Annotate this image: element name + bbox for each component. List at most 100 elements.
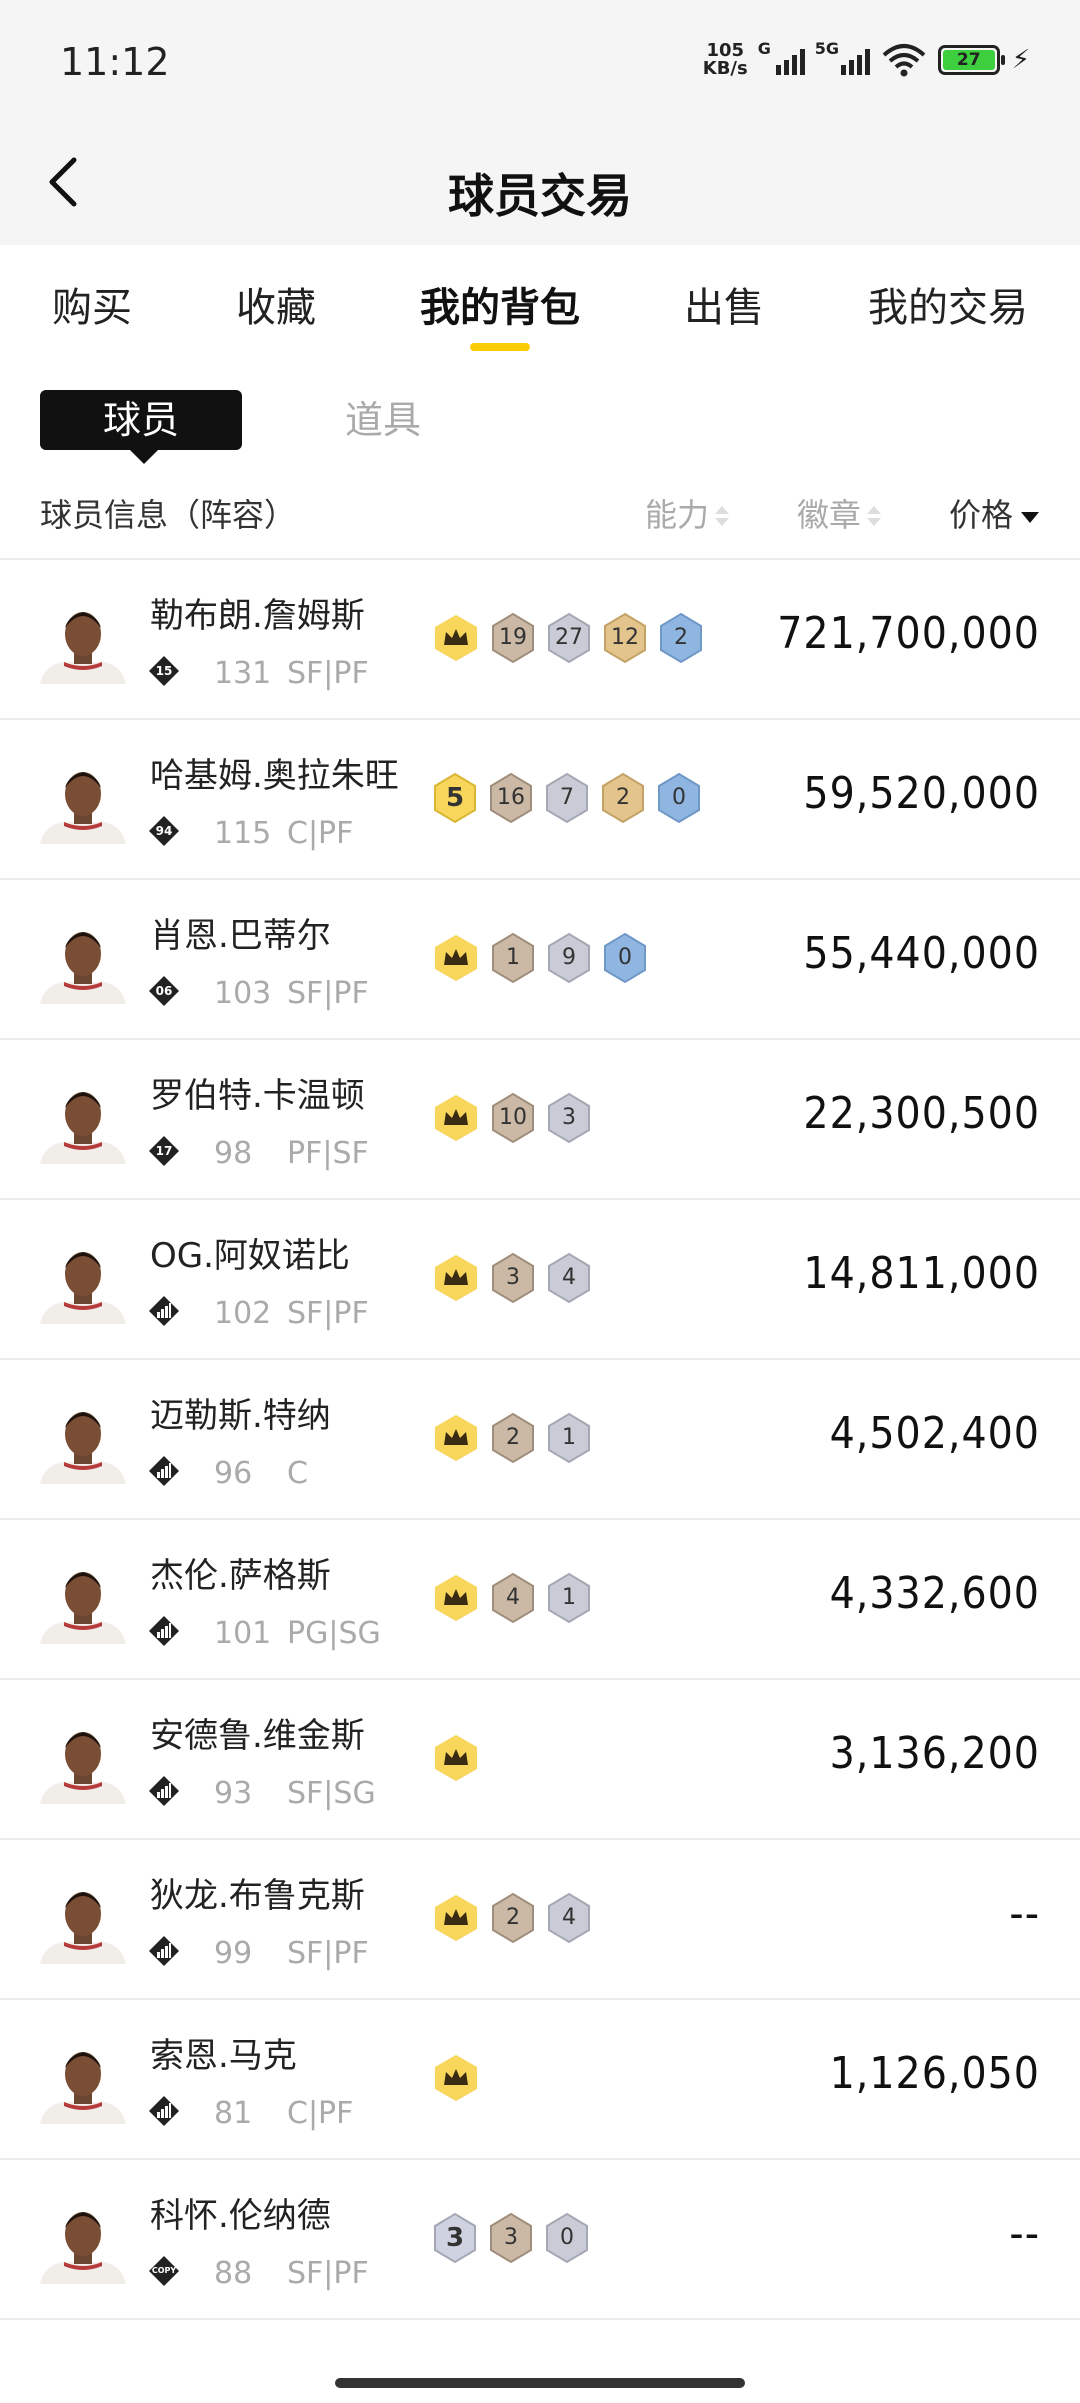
sort-badges[interactable]: 徽章	[797, 490, 882, 536]
badge-group: 5 16 7 2 0	[432, 772, 702, 824]
gold-badge: 12	[602, 612, 648, 664]
silver-badge: 1	[546, 1572, 592, 1624]
badge-count: 12	[611, 625, 639, 650]
player-row[interactable]: 科怀.伦纳德 COPY 88 SF|PF 3 3 0 --	[0, 2160, 1080, 2320]
player-rating: 93	[214, 1776, 253, 1811]
player-row[interactable]: 罗伯特.卡温顿 17 98 PF|SF 10 3 22,300,500	[0, 1040, 1080, 1200]
player-position: C|PF	[287, 816, 354, 851]
player-row[interactable]: 杰伦.萨格斯 101 PG|SG 4 1 4,332,600	[0, 1520, 1080, 1680]
badge-count: 1	[562, 1425, 576, 1450]
player-position: SF|PF	[287, 1936, 369, 1971]
tier-icon	[148, 2095, 180, 2127]
player-row[interactable]: 肖恩.巴蒂尔 06 103 SF|PF 1 9 0 55,440,000	[0, 880, 1080, 1040]
player-price: 14,811,000	[803, 1248, 1040, 1299]
player-rating: 115	[214, 816, 272, 851]
sort-desc-icon	[1021, 511, 1040, 523]
badge-count: 19	[499, 625, 527, 650]
badge-group: 10 3	[432, 1092, 592, 1144]
player-name: 安德鲁.维金斯	[150, 1716, 365, 1756]
bronze-badge: 10	[490, 1092, 536, 1144]
player-name: 科怀.伦纳德	[150, 2196, 331, 2236]
player-position: PF|SF	[287, 1136, 369, 1171]
bronze-badge: 2	[490, 1892, 536, 1944]
player-position: C	[287, 1456, 308, 1491]
badge-count: 3	[445, 2223, 465, 2253]
badge-count: 0	[618, 945, 632, 970]
player-row[interactable]: 哈基姆.奥拉朱旺 94 115 C|PF 5 16 7 2 0 59,520,000	[0, 720, 1080, 880]
player-rating: 81	[214, 2096, 253, 2131]
sort-price[interactable]: 价格	[949, 490, 1040, 536]
tier-label: 17	[155, 1144, 173, 1158]
badge-group: 1 9 0	[432, 932, 648, 984]
tier-label: 15	[155, 664, 173, 678]
bronze-badge: 3	[490, 1252, 536, 1304]
badge-count: 3	[506, 1265, 520, 1290]
player-row[interactable]: 迈勒斯.特纳 96 C 2 1 4,502,400	[0, 1360, 1080, 1520]
player-name: 罗伯特.卡温顿	[150, 1076, 365, 1116]
tier-icon	[148, 1935, 180, 1967]
player-rating: 102	[214, 1296, 272, 1331]
crown-icon	[435, 2055, 477, 2101]
tier-label: 94	[155, 824, 173, 838]
player-rating: 131	[214, 656, 272, 691]
tier-label: 06	[155, 984, 173, 998]
signal-tag: G	[757, 39, 771, 58]
badge-count: 10	[499, 1105, 527, 1130]
tier-label: COPY	[151, 2266, 177, 2275]
player-row[interactable]: 狄龙.布鲁克斯 99 SF|PF 2 4 --	[0, 1840, 1080, 2000]
player-name: 肖恩.巴蒂尔	[150, 916, 331, 956]
player-rating: 99	[214, 1936, 253, 1971]
tier-icon: 06	[148, 975, 180, 1007]
crown-icon	[435, 1895, 477, 1941]
yellow-badge: 5	[432, 772, 478, 824]
badge-group: 3 3 0	[432, 2212, 590, 2264]
badge-count: 4	[506, 1585, 520, 1610]
player-rating: 96	[214, 1456, 253, 1491]
player-price: --	[1009, 2208, 1040, 2259]
segment-items[interactable]: 道具	[345, 390, 421, 450]
player-price: 22,300,500	[803, 1088, 1040, 1139]
sort-badges-label: 徽章	[797, 496, 862, 534]
badge-count: 2	[506, 1425, 520, 1450]
crown-icon	[435, 1575, 477, 1621]
badge-count: 3	[562, 1105, 576, 1130]
player-price: 4,332,600	[829, 1568, 1040, 1619]
tab-bar: 购买 收藏 我的背包 出售 我的交易	[0, 245, 1080, 355]
tab-favorites[interactable]: 收藏	[236, 275, 316, 333]
tier-icon	[148, 1775, 180, 1807]
player-position: PG|SG	[287, 1616, 381, 1651]
status-icons: 105 KB/s G 5G 27 ⚡	[703, 39, 1030, 78]
player-row[interactable]: 勒布朗.詹姆斯 15 131 SF|PF 19 27 12 2 721,700,000	[0, 560, 1080, 720]
player-name: 杰伦.萨格斯	[150, 1556, 331, 1596]
badge-group: 19 27 12 2	[432, 612, 704, 664]
status-bar: 11:12 105 KB/s G 5G 27 ⚡	[0, 0, 1080, 130]
player-name: OG.阿奴诺比	[150, 1236, 350, 1276]
player-avatar	[40, 600, 126, 684]
player-position: SF|PF	[287, 2256, 369, 2291]
segment-players[interactable]: 球员	[40, 390, 242, 464]
tab-my-backpack[interactable]: 我的背包	[420, 275, 580, 333]
player-position: SF|PF	[287, 976, 369, 1011]
player-row[interactable]: 安德鲁.维金斯 93 SF|SG 3,136,200	[0, 1680, 1080, 1840]
battery-level: 27	[942, 50, 995, 70]
silver-badge: 0	[544, 2212, 590, 2264]
player-row[interactable]: OG.阿奴诺比 102 SF|PF 3 4 14,811,000	[0, 1200, 1080, 1360]
player-price: 3,136,200	[829, 1728, 1040, 1779]
tab-sell[interactable]: 出售	[684, 275, 764, 333]
player-row[interactable]: 索恩.马克 81 C|PF 1,126,050	[0, 2000, 1080, 2160]
tier-icon: 94	[148, 815, 180, 847]
badge-group: 41	[432, 1572, 592, 1624]
badge-count: 7	[560, 785, 574, 810]
badge-count: 9	[562, 945, 576, 970]
badge-count: 16	[497, 785, 525, 810]
tab-my-trades[interactable]: 我的交易	[868, 275, 1028, 333]
column-header: 球员信息（阵容） 能力 徽章 价格	[0, 480, 1080, 560]
tab-buy[interactable]: 购买	[52, 275, 132, 333]
tier-icon: COPY	[148, 2255, 180, 2287]
badge-count: 2	[616, 785, 630, 810]
silver-badge: 4	[546, 1252, 592, 1304]
silver-rank-badge: 3	[432, 2212, 478, 2264]
badge-count: 2	[506, 1905, 520, 1930]
player-position: SF|PF	[287, 1296, 369, 1331]
sort-ability[interactable]: 能力	[645, 490, 730, 536]
